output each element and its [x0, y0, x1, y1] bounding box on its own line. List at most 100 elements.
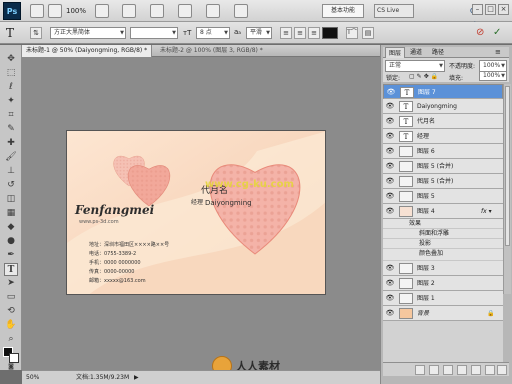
blur-tool-icon[interactable]: ◆	[4, 221, 18, 234]
text-orientation-icon[interactable]: ⇅	[30, 27, 42, 39]
align-left-icon[interactable]: ≡	[280, 27, 292, 39]
eye-icon[interactable]: 👁	[385, 264, 395, 273]
eye-icon[interactable]: 👁	[385, 294, 395, 303]
canvas-card[interactable]: Fenfangmei www.ps-3d.com 代月名 经理 Daiyongm…	[66, 130, 326, 295]
new-group-icon[interactable]	[471, 365, 481, 375]
background-color-swatch[interactable]	[9, 353, 19, 363]
layer-row[interactable]: 👁 图层 5	[383, 189, 503, 204]
eye-icon[interactable]: 👁	[385, 147, 395, 156]
layer-name[interactable]: 代月名	[417, 114, 435, 129]
layer-name[interactable]: 图层 1	[417, 291, 435, 306]
hand-tool-icon[interactable]: ✋	[4, 319, 18, 332]
eye-icon[interactable]: 👁	[385, 279, 395, 288]
tab-document-2[interactable]: 未标题-2 @ 100% (图层 3, RGB/8) *	[156, 45, 296, 57]
layer-name[interactable]: Daiyongming	[417, 99, 457, 114]
effect-row[interactable]: 投影	[383, 239, 503, 249]
fill-input[interactable]: 100% ▼	[479, 71, 507, 81]
fx-icon[interactable]: fx ▾	[481, 204, 492, 219]
type-tool-icon[interactable]: T	[6, 25, 20, 41]
shape-tool-icon[interactable]: ▭	[4, 291, 18, 304]
layer-name[interactable]: 图层 5	[417, 189, 435, 204]
layer-name[interactable]: 图层 2	[417, 276, 435, 291]
maximize-button[interactable]: □	[485, 4, 496, 15]
font-family-select[interactable]: 方正大黑简体 ▼	[50, 27, 126, 39]
dodge-tool-icon[interactable]: ●	[4, 235, 18, 248]
bridge-icon[interactable]	[30, 4, 44, 18]
warp-text-icon[interactable]: T⌒	[346, 27, 358, 39]
magic-wand-tool-icon[interactable]: ✦	[4, 95, 18, 108]
tab-channels[interactable]: 通道	[407, 47, 425, 58]
character-panel-icon[interactable]: ▤	[362, 27, 374, 39]
layers-scrollbar[interactable]	[503, 84, 511, 294]
mini-bridge-icon[interactable]	[48, 4, 62, 18]
text-color-swatch[interactable]	[322, 27, 338, 39]
eye-icon[interactable]: 👁	[385, 207, 395, 216]
pen-tool-icon[interactable]: ✒	[4, 249, 18, 262]
antialias-select[interactable]: 平滑 ▼	[246, 27, 272, 39]
status-arrow-icon[interactable]: ▶	[134, 371, 139, 384]
layer-name[interactable]: 图层 5 (合并)	[417, 159, 453, 174]
font-style-select[interactable]: ▼	[130, 27, 178, 39]
new-layer-icon[interactable]	[485, 365, 495, 375]
delete-layer-icon[interactable]	[497, 365, 507, 375]
layer-row[interactable]: 👁 T Daiyongming	[383, 99, 503, 114]
layer-row[interactable]: 👁 背景 🔒	[383, 306, 503, 321]
link-layers-icon[interactable]	[415, 365, 425, 375]
add-style-icon[interactable]	[429, 365, 439, 375]
clone-stamp-tool-icon[interactable]: ⊥	[4, 165, 18, 178]
commit-icon[interactable]: ✓	[493, 26, 505, 40]
layer-name[interactable]: 图层 3	[417, 261, 435, 276]
eyedropper-tool-icon[interactable]: ✎	[4, 123, 18, 136]
quick-mask-icon[interactable]: ◙	[4, 363, 18, 370]
add-mask-icon[interactable]	[443, 365, 453, 375]
brush-tool-icon[interactable]: 🖌	[4, 151, 18, 164]
layer-name[interactable]: 图层 6	[417, 144, 435, 159]
layer-row[interactable]: 👁 图层 5 (合并)	[383, 174, 503, 189]
tab-paths[interactable]: 路径	[429, 47, 447, 58]
workspace-button[interactable]: 基本功能	[322, 4, 364, 18]
layer-row[interactable]: 👁 图层 1	[383, 291, 503, 306]
zoom-tool-icon[interactable]	[122, 4, 136, 18]
tab-document-1[interactable]: 未标题-1 @ 50% (Daiyongming, RGB/8) *	[22, 45, 152, 57]
layer-name[interactable]: 图层 4	[417, 204, 435, 219]
panel-menu-icon[interactable]: ≡	[495, 47, 501, 58]
hand-tool-icon[interactable]	[206, 4, 220, 18]
eye-icon[interactable]: 👁	[385, 309, 395, 318]
3d-rotate-tool-icon[interactable]: ⟲	[4, 305, 18, 318]
eye-icon[interactable]: 👁	[385, 132, 395, 141]
rotate-view-icon[interactable]	[234, 4, 248, 18]
healing-brush-tool-icon[interactable]: ✚	[4, 137, 18, 150]
layer-row[interactable]: 👁 T 代月名	[383, 114, 503, 129]
screen-mode-icon[interactable]	[178, 4, 192, 18]
extras-icon[interactable]	[95, 4, 109, 18]
eye-icon[interactable]: 👁	[385, 117, 395, 126]
eye-icon[interactable]: 👁	[386, 88, 396, 97]
layer-row[interactable]: 👁 图层 5 (合并)	[383, 159, 503, 174]
layer-name[interactable]: 背景	[417, 306, 429, 321]
align-center-icon[interactable]: ≡	[294, 27, 306, 39]
font-size-select[interactable]: 8 点 ▼	[196, 27, 230, 39]
close-button[interactable]: ×	[498, 4, 509, 15]
layer-name[interactable]: 经理	[417, 129, 429, 144]
layer-row[interactable]: 👁 图层 4 fx ▾	[383, 204, 503, 219]
zoom-tool-icon[interactable]: ⌕	[4, 333, 18, 346]
lasso-tool-icon[interactable]: ℓ	[4, 81, 18, 94]
zoom-level[interactable]: 100%	[66, 5, 86, 17]
marquee-tool-icon[interactable]: ⬚	[4, 67, 18, 80]
blend-mode-select[interactable]: 正常 ▼	[385, 60, 445, 72]
adjustment-layer-icon[interactable]	[457, 365, 467, 375]
status-zoom[interactable]: 50%	[26, 371, 39, 384]
layer-name[interactable]: 图层 5 (合并)	[417, 174, 453, 189]
layer-row[interactable]: 👁 图层 3	[383, 261, 503, 276]
layer-row[interactable]: 👁 图层 2	[383, 276, 503, 291]
gradient-tool-icon[interactable]: ▦	[4, 207, 18, 220]
eye-icon[interactable]: 👁	[385, 192, 395, 201]
cs-live-button[interactable]: CS Live	[374, 4, 414, 18]
layer-row[interactable]: 👁 图层 6	[383, 144, 503, 159]
path-selection-tool-icon[interactable]: ➤	[4, 277, 18, 290]
crop-tool-icon[interactable]: ⌗	[4, 109, 18, 122]
tab-layers[interactable]: 图层	[385, 47, 406, 58]
minimize-button[interactable]: –	[472, 4, 483, 15]
type-tool-icon[interactable]: T	[4, 263, 18, 276]
layer-name[interactable]: 图层 7	[418, 85, 436, 98]
